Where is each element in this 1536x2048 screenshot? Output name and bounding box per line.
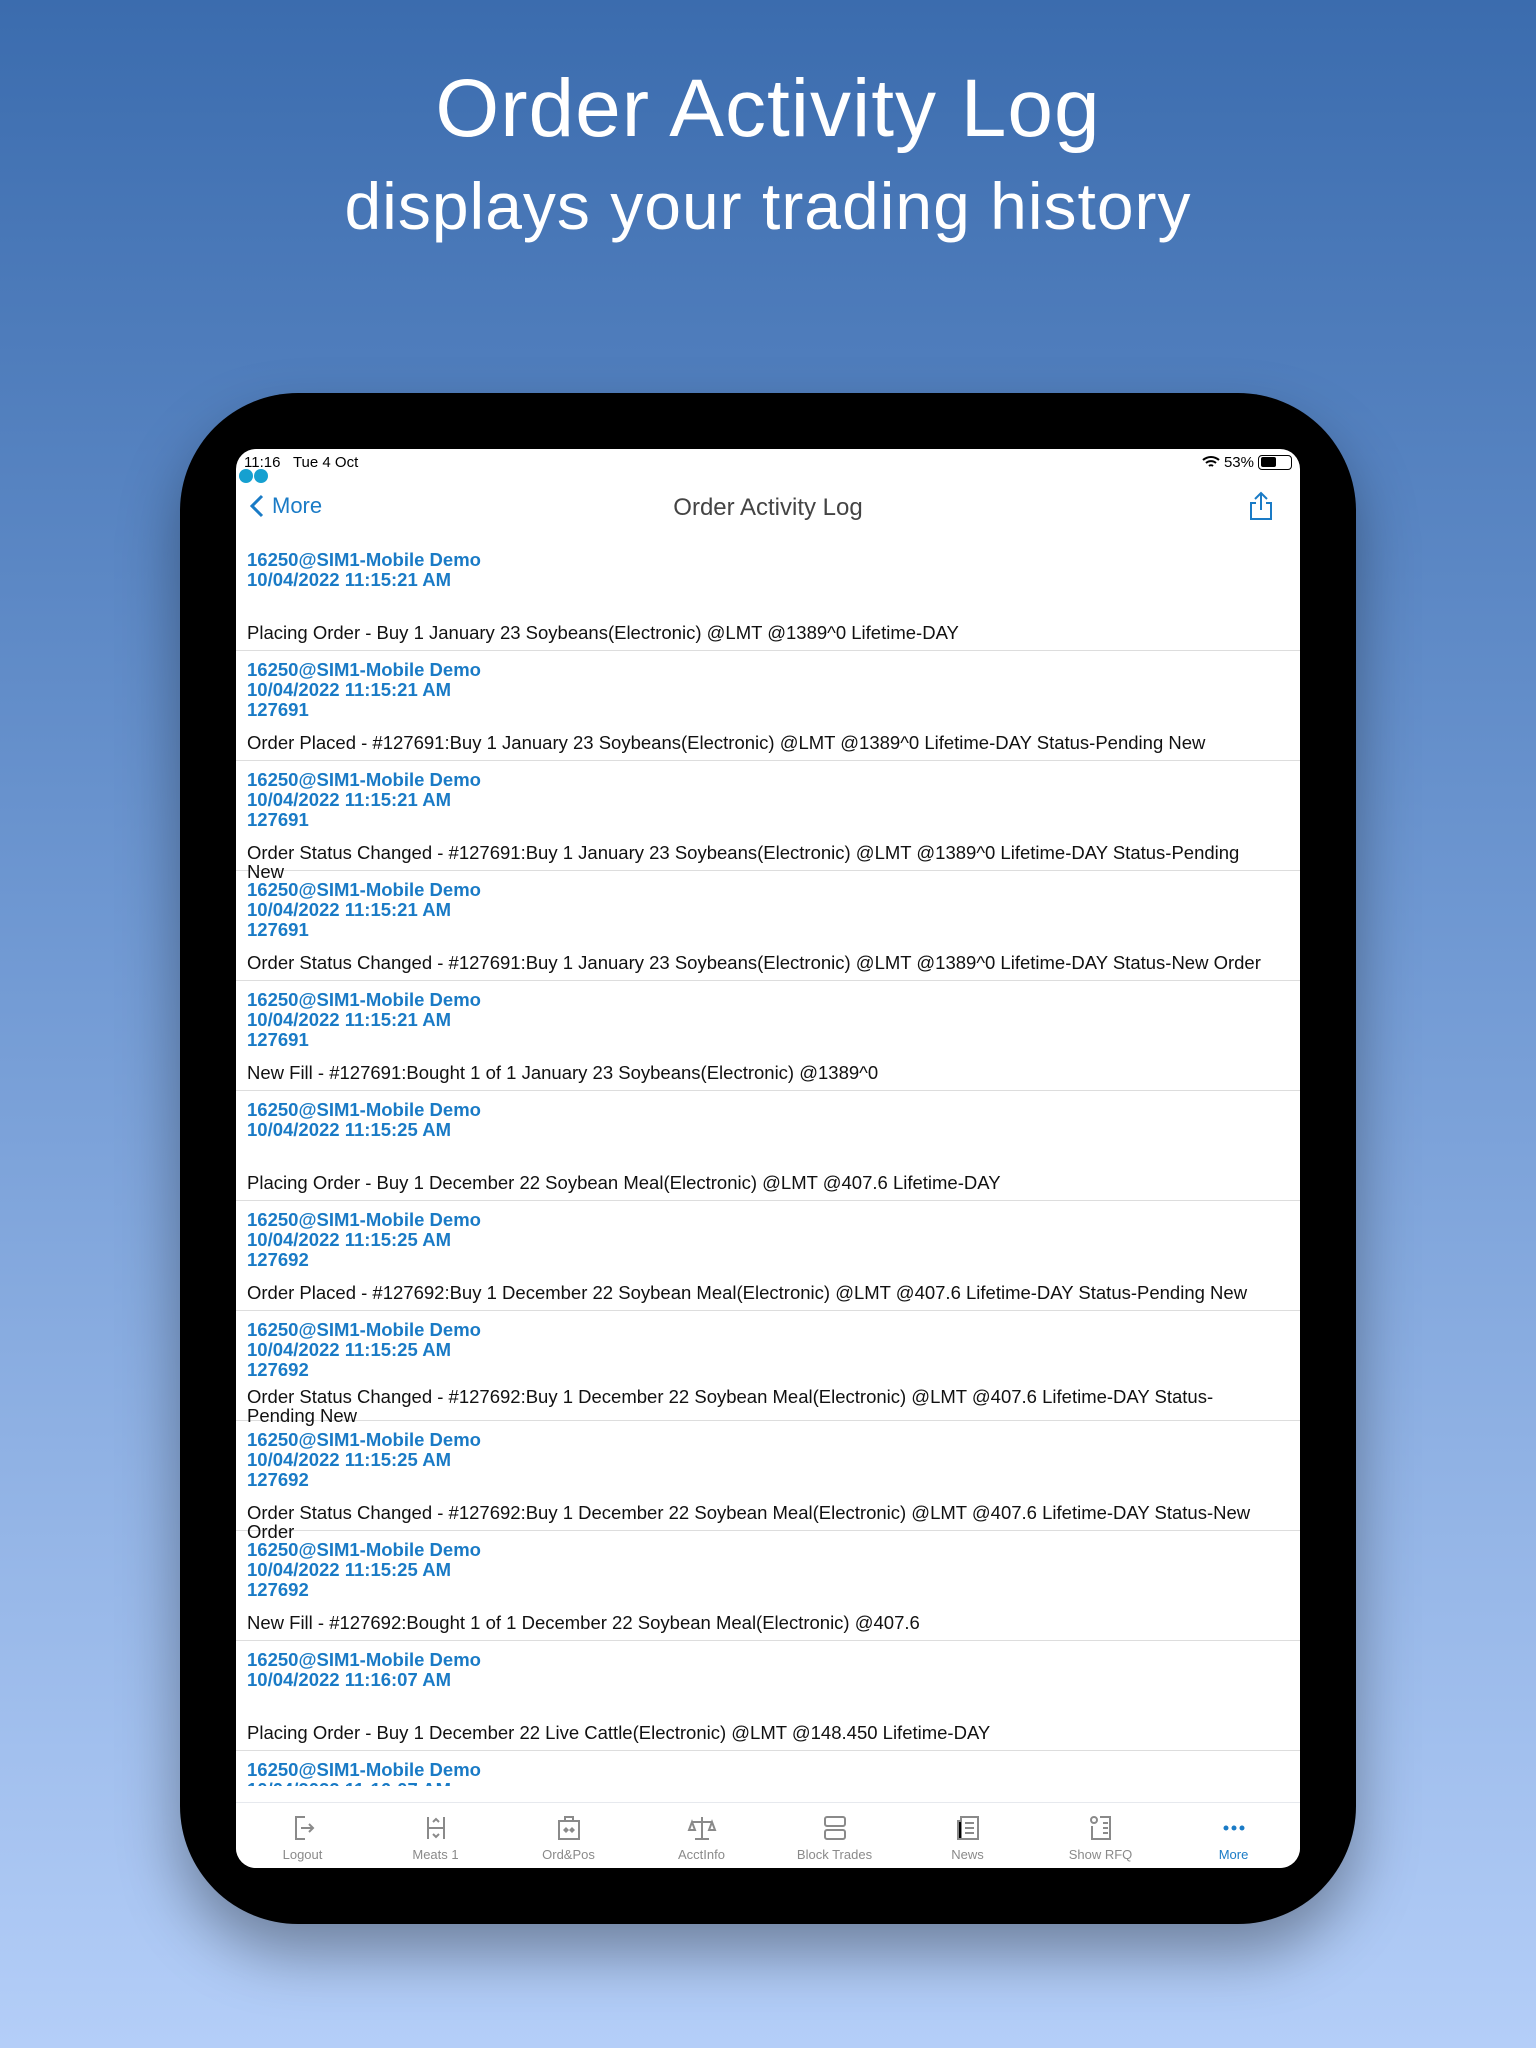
entry-account: 16250@SIM1-Mobile Demo bbox=[247, 1539, 481, 1560]
entry-account: 16250@SIM1-Mobile Demo bbox=[247, 1319, 481, 1340]
app-screen: 11:16 Tue 4 Oct 53% More Order Activity … bbox=[236, 449, 1300, 1868]
tab-label: Show RFQ bbox=[1068, 1847, 1133, 1862]
entry-order-id bbox=[247, 1140, 1289, 1160]
entry-message: New Fill - #127691:Bought 1 of 1 January… bbox=[247, 1062, 879, 1083]
tab-block-trades[interactable]: Block Trades bbox=[768, 1803, 901, 1868]
tab-label: News bbox=[951, 1847, 984, 1862]
log-entry[interactable]: 16250@SIM1-Mobile Demo 10/04/2022 11:15:… bbox=[236, 541, 1300, 651]
log-entry[interactable]: 16250@SIM1-Mobile Demo 10/04/2022 11:15:… bbox=[236, 1531, 1300, 1641]
tab-label: Ord&Pos bbox=[542, 1847, 595, 1862]
entry-account: 16250@SIM1-Mobile Demo bbox=[247, 659, 481, 680]
tab-ord-pos[interactable]: Ord&Pos bbox=[502, 1803, 635, 1868]
entry-account: 16250@SIM1-Mobile Demo bbox=[247, 1429, 481, 1450]
entry-message: Order Placed - #127691:Buy 1 January 23 … bbox=[247, 732, 1206, 753]
entry-account: 16250@SIM1-Mobile Demo bbox=[247, 1759, 481, 1780]
tab-show-rfq[interactable]: Show RFQ bbox=[1034, 1803, 1167, 1868]
entry-message: Order Placed - #127692:Buy 1 December 22… bbox=[247, 1282, 1248, 1303]
tab-label: Logout bbox=[282, 1847, 323, 1862]
promo-title: Order Activity Log bbox=[435, 63, 1101, 154]
battery-icon bbox=[1258, 454, 1292, 470]
tab-news[interactable]: News bbox=[901, 1803, 1034, 1868]
entry-account: 16250@SIM1-Mobile Demo bbox=[247, 989, 481, 1010]
entry-message: Placing Order - Buy 1 December 22 Soybea… bbox=[247, 1172, 1001, 1193]
tab-label: Block Trades bbox=[796, 1847, 873, 1862]
wifi-icon bbox=[1202, 456, 1220, 467]
entry-time: 10/04/2022 11:15:21 AM bbox=[247, 899, 451, 920]
entry-order-id: 127691 bbox=[247, 699, 309, 720]
share-icon[interactable] bbox=[1248, 491, 1274, 521]
entry-account: 16250@SIM1-Mobile Demo bbox=[247, 1209, 481, 1230]
tablet-frame: 11:16 Tue 4 Oct 53% More Order Activity … bbox=[180, 393, 1356, 1924]
entry-message: New Fill - #127692:Bought 1 of 1 Decembe… bbox=[247, 1612, 920, 1633]
log-entry[interactable]: 16250@SIM1-Mobile Demo 10/04/2022 11:15:… bbox=[236, 871, 1300, 981]
logout-icon bbox=[294, 1816, 314, 1840]
log-entry[interactable]: 16250@SIM1-Mobile Demo 10/04/2022 11:15:… bbox=[236, 981, 1300, 1091]
news-icon bbox=[956, 1816, 979, 1840]
entry-time: 10/04/2022 11:15:21 AM bbox=[247, 1009, 451, 1030]
more-icon bbox=[1223, 1825, 1244, 1831]
tab-more[interactable]: More bbox=[1167, 1803, 1300, 1868]
entry-time: 10/04/2022 11:15:21 AM bbox=[247, 679, 451, 700]
log-entry[interactable]: 16250@SIM1-Mobile Demo 10/04/2022 11:15:… bbox=[236, 761, 1300, 881]
chevron-left-icon bbox=[250, 494, 264, 518]
entry-time: 10/04/2022 11:15:25 AM bbox=[247, 1119, 451, 1140]
tab-label: Meats 1 bbox=[412, 1847, 459, 1862]
log-entry[interactable]: 16250@SIM1-Mobile Demo 10/04/2022 11:15:… bbox=[236, 1311, 1300, 1425]
tab-label: More bbox=[1218, 1847, 1249, 1862]
battery-percent: 53% bbox=[1223, 453, 1254, 471]
entry-account: 16250@SIM1-Mobile Demo bbox=[247, 549, 481, 570]
status-date: Tue 4 Oct bbox=[292, 453, 359, 471]
entry-time: 10/04/2022 11:15:25 AM bbox=[247, 1559, 451, 1580]
entry-order-id: 127692 bbox=[247, 1249, 309, 1270]
entry-order-id bbox=[247, 590, 1289, 610]
entry-time: 10/04/2022 11:15:21 AM bbox=[247, 789, 451, 810]
entry-time: 10/04/2022 11:16:07 AM bbox=[247, 1669, 451, 1690]
promo-subtitle: displays your trading history bbox=[344, 169, 1192, 243]
log-entry[interactable]: 16250@SIM1-Mobile Demo 10/04/2022 11:15:… bbox=[236, 1091, 1300, 1201]
log-entry[interactable]: 16250@SIM1-Mobile Demo 10/04/2022 11:15:… bbox=[236, 1421, 1300, 1541]
back-button[interactable]: More bbox=[250, 493, 322, 519]
entry-time: 10/04/2022 11:15:25 AM bbox=[247, 1449, 451, 1470]
entry-message: Order Status Changed - #127692:Buy 1 Dec… bbox=[247, 1386, 1214, 1426]
entry-message: Order Status Changed - #127691:Buy 1 Jan… bbox=[247, 952, 1261, 973]
log-entry[interactable]: 16250@SIM1-Mobile Demo 10/04/2022 11:16:… bbox=[236, 1751, 1300, 1787]
entry-account: 16250@SIM1-Mobile Demo bbox=[247, 1099, 481, 1120]
tab-bar: Logout Meats 1 Ord&Pos AcctInfo Block Trades… bbox=[236, 1802, 1300, 1868]
status-bar: 11:16 Tue 4 Oct 53% bbox=[236, 449, 1300, 475]
entry-order-id: 127691 bbox=[247, 809, 309, 830]
tab-meats-1[interactable]: Meats 1 bbox=[369, 1803, 502, 1868]
log-entry[interactable]: 16250@SIM1-Mobile Demo 10/04/2022 11:15:… bbox=[236, 1201, 1300, 1311]
entry-message: Placing Order - Buy 1 January 23 Soybean… bbox=[247, 622, 959, 643]
entry-account: 16250@SIM1-Mobile Demo bbox=[247, 879, 481, 900]
entry-order-id: 127692 bbox=[247, 1469, 309, 1490]
block-trades-icon bbox=[823, 1816, 846, 1840]
log-entry[interactable]: 16250@SIM1-Mobile Demo 10/04/2022 11:15:… bbox=[236, 651, 1300, 761]
entry-account: 16250@SIM1-Mobile Demo bbox=[247, 1649, 481, 1670]
page-title: Order Activity Log bbox=[673, 494, 863, 521]
nav-bar: More Order Activity Log bbox=[236, 475, 1300, 541]
entry-order-id: 127692 bbox=[247, 1579, 309, 1600]
entry-time: 10/04/2022 11:15:25 AM bbox=[247, 1229, 451, 1250]
tab-label: AcctInfo bbox=[678, 1847, 725, 1862]
entry-order-id: 127691 bbox=[247, 1029, 309, 1050]
log-entry[interactable]: 16250@SIM1-Mobile Demo 10/04/2022 11:16:… bbox=[236, 1641, 1300, 1751]
scales-icon bbox=[687, 1817, 716, 1840]
orders-positions-icon bbox=[557, 1816, 580, 1840]
entry-time: 10/04/2022 11:15:25 AM bbox=[247, 1339, 451, 1360]
entry-message: Placing Order - Buy 1 December 22 Live C… bbox=[247, 1722, 991, 1743]
tab-logout[interactable]: Logout bbox=[236, 1803, 369, 1868]
tab-acctinfo[interactable]: AcctInfo bbox=[635, 1803, 768, 1868]
entry-order-id bbox=[247, 1690, 1289, 1710]
entry-account: 16250@SIM1-Mobile Demo bbox=[247, 769, 481, 790]
entry-order-id: 127691 bbox=[247, 919, 309, 940]
entry-order-id: 127692 bbox=[247, 1359, 309, 1380]
back-label: More bbox=[272, 493, 323, 518]
entry-time: 10/04/2022 11:15:21 AM bbox=[247, 569, 451, 590]
status-time: 11:16 bbox=[244, 453, 281, 471]
rfq-icon bbox=[1089, 1816, 1111, 1840]
activity-list[interactable]: 16250@SIM1-Mobile Demo 10/04/2022 11:15:… bbox=[236, 541, 1300, 1786]
meats-icon bbox=[426, 1817, 445, 1839]
entry-time: 10/04/2022 11:16:07 AM bbox=[247, 1780, 1289, 1787]
